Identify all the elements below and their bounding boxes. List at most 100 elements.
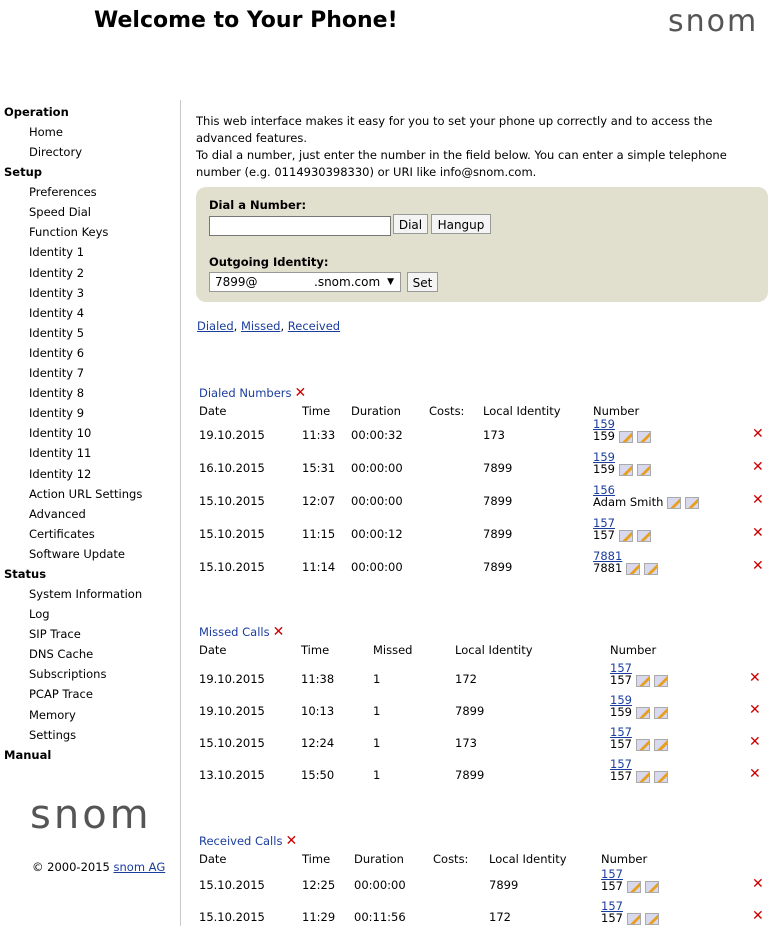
filter-dialed-link[interactable]: Dialed: [197, 319, 234, 333]
number-cell: 157 157: [601, 868, 659, 893]
sidebar-item-advanced[interactable]: Advanced: [0, 504, 178, 524]
edit-pencil-icon[interactable]: [618, 430, 633, 443]
sidebar-item-identity-12[interactable]: Identity 12: [0, 464, 178, 484]
sidebar-item-dns-cache[interactable]: DNS Cache: [0, 644, 178, 664]
delete-icon[interactable]: ✕: [749, 734, 761, 750]
dial-number-input[interactable]: [209, 216, 391, 236]
snom-ag-link[interactable]: snom AG: [114, 860, 166, 874]
edit-pencil-icon[interactable]: [635, 674, 650, 687]
set-button[interactable]: Set: [407, 272, 438, 292]
dial-panel: Dial a Number: Dial Hangup Outgoing Iden…: [196, 187, 768, 302]
delete-all-missed-icon[interactable]: ✕: [273, 624, 285, 640]
sidebar-item-identity-3[interactable]: Identity 3: [0, 283, 178, 303]
sidebar-item-identity-8[interactable]: Identity 8: [0, 383, 178, 403]
time-cell: 11:29: [302, 910, 336, 924]
sidebar-section-operation[interactable]: Operation: [0, 102, 178, 122]
number-name-text: 157: [601, 879, 623, 893]
edit-pencil-icon[interactable]: [667, 496, 682, 509]
edit-pencil-icon[interactable]: [635, 706, 650, 719]
date-cell: 15.10.2015: [199, 494, 265, 508]
delete-icon[interactable]: ✕: [749, 702, 761, 718]
edit-pencil-icon[interactable]: [653, 770, 668, 783]
sidebar-item-memory[interactable]: Memory: [0, 705, 178, 725]
filter-missed-link[interactable]: Missed: [241, 319, 280, 333]
sidebar-item-identity-10[interactable]: Identity 10: [0, 423, 178, 443]
edit-pencil-icon[interactable]: [635, 738, 650, 751]
sidebar-section-status[interactable]: Status: [0, 564, 178, 584]
delete-icon[interactable]: ✕: [752, 459, 764, 475]
sidebar-item-speed-dial[interactable]: Speed Dial: [0, 202, 178, 222]
delete-icon[interactable]: ✕: [749, 670, 761, 686]
separator: ,: [280, 319, 288, 333]
sidebar-item-identity-7[interactable]: Identity 7: [0, 363, 178, 383]
edit-pencil-icon[interactable]: [653, 738, 668, 751]
separator: ,: [233, 319, 241, 333]
time-cell: 11:33: [302, 428, 336, 442]
hangup-button[interactable]: Hangup: [431, 214, 491, 234]
sidebar-item-identity-1[interactable]: Identity 1: [0, 242, 178, 262]
edit-pencil-icon[interactable]: [618, 463, 633, 476]
edit-pencil-icon[interactable]: [626, 912, 641, 925]
identity-cell: 7899: [455, 768, 485, 782]
sidebar-section-setup[interactable]: Setup: [0, 162, 178, 182]
date-cell: 15.10.2015: [199, 910, 265, 924]
col-header-identity: Local Identity: [455, 643, 533, 657]
sidebar-item-identity-6[interactable]: Identity 6: [0, 343, 178, 363]
sidebar-item-preferences[interactable]: Preferences: [0, 182, 178, 202]
delete-icon[interactable]: ✕: [752, 558, 764, 574]
edit-pencil-icon[interactable]: [653, 706, 668, 719]
sidebar-item-sip-trace[interactable]: SIP Trace: [0, 624, 178, 644]
dial-button[interactable]: Dial: [393, 214, 428, 234]
date-cell: 15.10.2015: [199, 560, 265, 574]
edit-pencil-icon[interactable]: [626, 562, 641, 575]
table-row: 15.10.2015 11:29 00:11:56 172 157 157 ✕: [199, 900, 768, 933]
delete-icon[interactable]: ✕: [752, 908, 764, 924]
edit-pencil-icon[interactable]: [653, 674, 668, 687]
edit-pencil-icon[interactable]: [626, 880, 641, 893]
edit-pencil-icon[interactable]: [644, 880, 659, 893]
sidebar-item-home[interactable]: Home: [0, 122, 178, 142]
delete-icon[interactable]: ✕: [752, 525, 764, 541]
sidebar-item-identity-9[interactable]: Identity 9: [0, 403, 178, 423]
date-cell: 16.10.2015: [199, 461, 265, 475]
table-row: 15.10.2015 11:15 00:00:12 7899 157 157 ✕: [199, 517, 768, 550]
edit-pencil-icon[interactable]: [636, 430, 651, 443]
sidebar-item-identity-2[interactable]: Identity 2: [0, 263, 178, 283]
sidebar-item-function-keys[interactable]: Function Keys: [0, 222, 178, 242]
edit-pencil-icon[interactable]: [636, 529, 651, 542]
edit-pencil-icon[interactable]: [644, 912, 659, 925]
edit-pencil-icon[interactable]: [635, 770, 650, 783]
sidebar-item-action-url-settings[interactable]: Action URL Settings: [0, 484, 178, 504]
sidebar-item-identity-5[interactable]: Identity 5: [0, 323, 178, 343]
col-header-time: Time: [301, 643, 330, 657]
delete-icon[interactable]: ✕: [752, 492, 764, 508]
sidebar-item-certificates[interactable]: Certificates: [0, 524, 178, 544]
edit-pencil-icon[interactable]: [685, 496, 700, 509]
received-title: Received Calls ✕: [199, 833, 297, 849]
col-header-number: Number: [610, 643, 657, 657]
col-header-identity: Local Identity: [489, 852, 567, 866]
delete-icon[interactable]: ✕: [749, 766, 761, 782]
delete-icon[interactable]: ✕: [752, 876, 764, 892]
sidebar-item-software-update[interactable]: Software Update: [0, 544, 178, 564]
sidebar-section-manual[interactable]: Manual: [0, 745, 178, 765]
sidebar-item-directory[interactable]: Directory: [0, 142, 178, 162]
edit-pencil-icon[interactable]: [644, 562, 659, 575]
edit-pencil-icon[interactable]: [636, 463, 651, 476]
outgoing-identity-select[interactable]: 7899@ .snom.com ▼: [209, 272, 401, 292]
sidebar-item-settings[interactable]: Settings: [0, 725, 178, 745]
filter-received-link[interactable]: Received: [288, 319, 340, 333]
edit-pencil-icon[interactable]: [618, 529, 633, 542]
delete-all-received-icon[interactable]: ✕: [285, 833, 297, 849]
delete-icon[interactable]: ✕: [752, 426, 764, 442]
number-cell: 157 157: [601, 900, 659, 925]
sidebar-item-identity-11[interactable]: Identity 11: [0, 443, 178, 463]
sidebar-item-pcap-trace[interactable]: PCAP Trace: [0, 684, 178, 704]
sidebar-item-system-information[interactable]: System Information: [0, 584, 178, 604]
sidebar-item-identity-4[interactable]: Identity 4: [0, 303, 178, 323]
number-name: 157: [601, 880, 659, 893]
sidebar-item-log[interactable]: Log: [0, 604, 178, 624]
dialed-title-text: Dialed Numbers: [199, 386, 292, 400]
delete-all-dialed-icon[interactable]: ✕: [295, 385, 307, 401]
sidebar-item-subscriptions[interactable]: Subscriptions: [0, 664, 178, 684]
